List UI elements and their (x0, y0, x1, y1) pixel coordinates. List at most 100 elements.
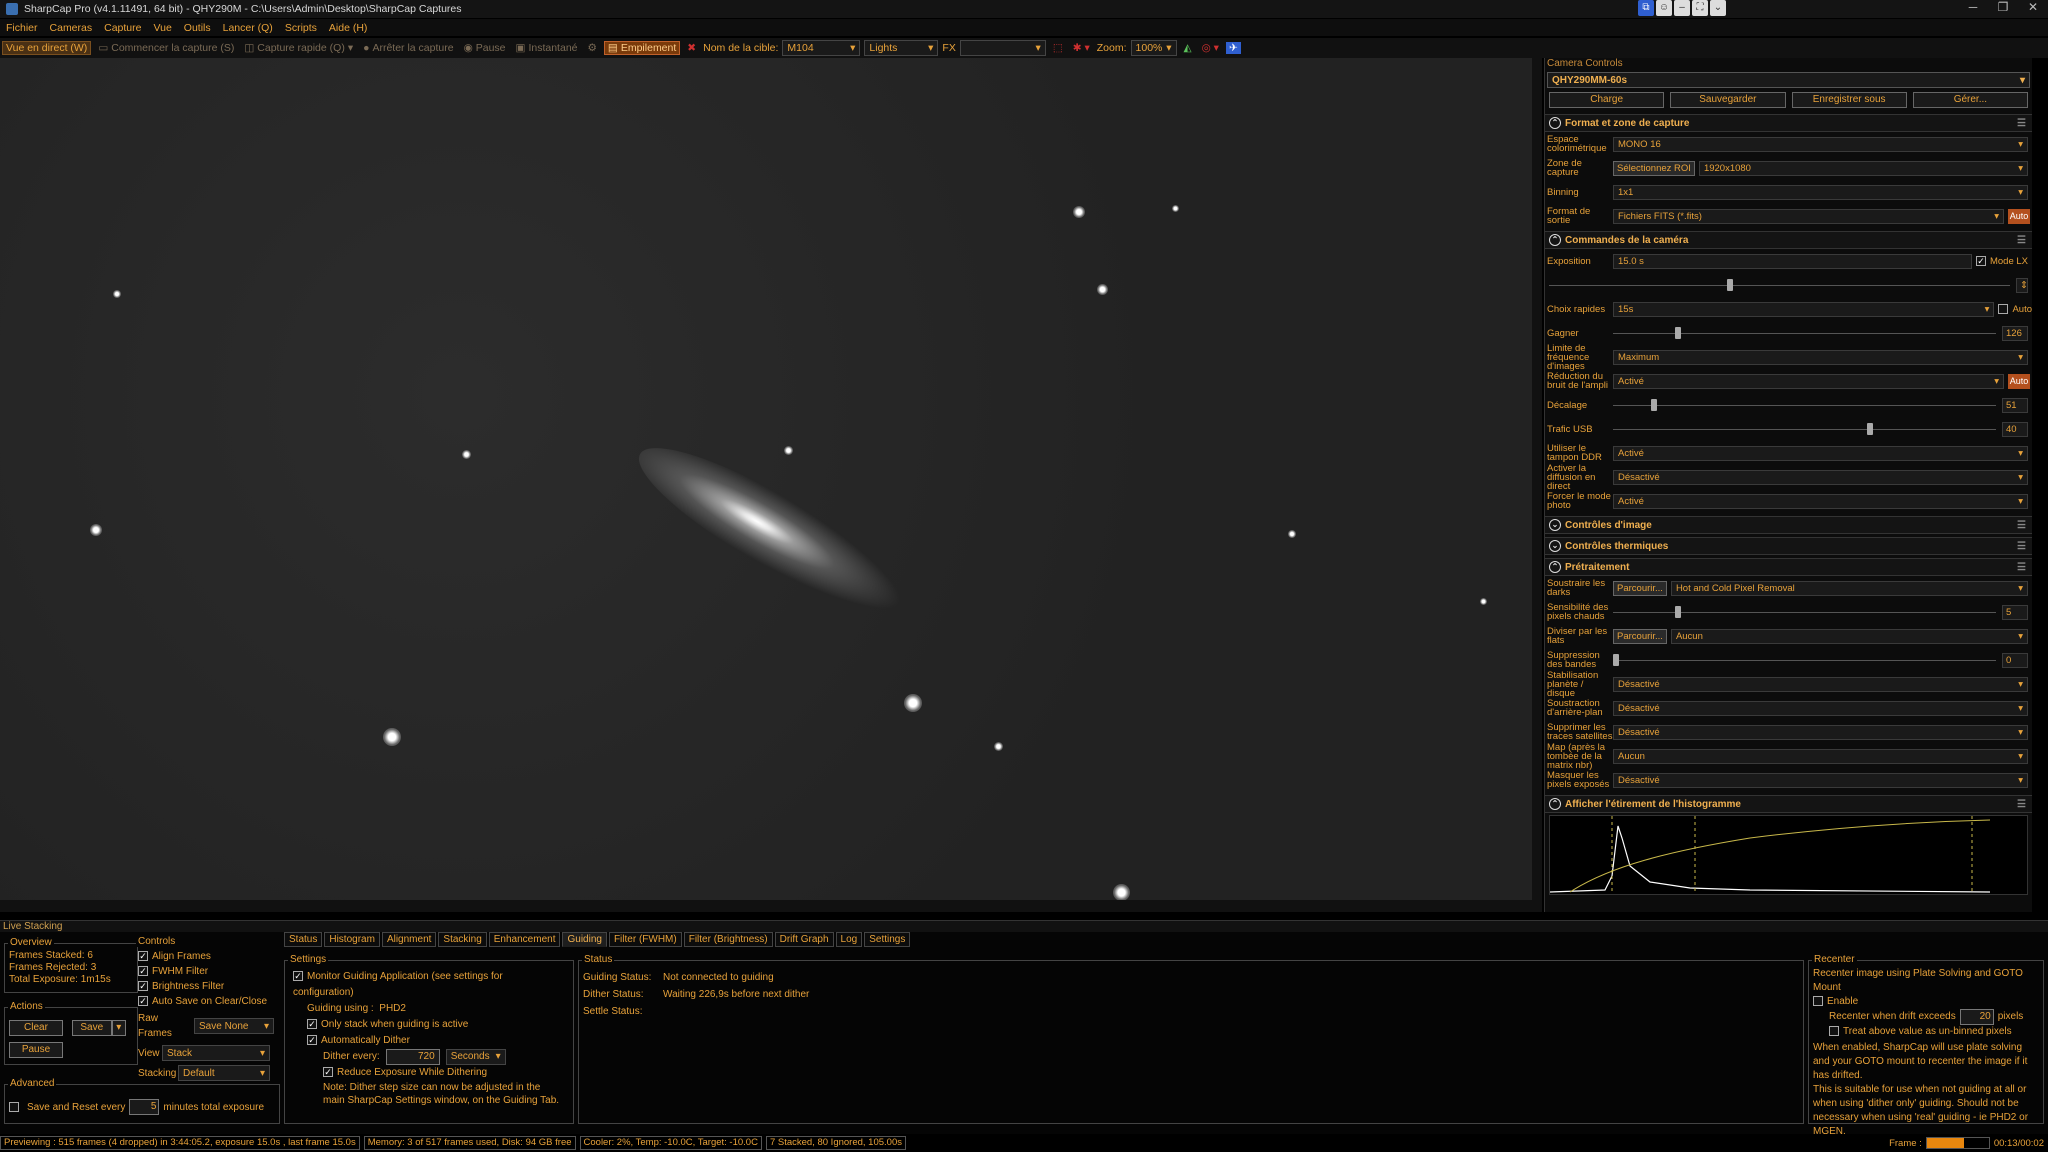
save-as-profile-button[interactable]: Enregistrer sous (1791, 92, 1907, 108)
fullscreen-icon[interactable]: ⛶ (1692, 0, 1708, 16)
reticle-icon[interactable]: ✱ ▾ (1070, 42, 1093, 54)
output-format-select[interactable]: Fichiers FITS (*.fits) ▾ (1613, 208, 2004, 224)
menu-capture[interactable]: Capture (104, 22, 141, 34)
hamburger-icon[interactable]: ☰ (2017, 799, 2026, 810)
frame-type-select[interactable]: Lights ▾ (864, 40, 939, 56)
only-stack-guiding-checkbox[interactable]: ✓ (307, 1019, 317, 1030)
photo-mode-select[interactable]: Activé ▾ (1613, 493, 2028, 509)
tab-filter-brightness[interactable]: Filter (Brightness) (683, 932, 773, 947)
section-histogram-stretch[interactable]: ⌃ Afficher l'étirement de l'histogramme ☰ (1545, 795, 2032, 813)
target-input[interactable]: M104 ▾ (782, 40, 861, 56)
gain-slider[interactable] (1613, 326, 1996, 341)
auto-save-checkbox[interactable]: ✓ (138, 996, 148, 1007)
section-format[interactable]: ⌃ Format et zone de capture ☰ (1545, 114, 2032, 132)
tab-stacking[interactable]: Stacking (438, 932, 487, 947)
menu-file[interactable]: Fichier (6, 22, 38, 34)
pause-stack-button[interactable]: Pause (9, 1042, 63, 1058)
fx-select[interactable]: ▾ (959, 40, 1046, 56)
person-icon[interactable]: ☺ (1656, 0, 1672, 16)
monitor-guiding-checkbox[interactable]: ✓ (293, 971, 303, 982)
snapshot-button[interactable]: ▣ Instantané (513, 42, 581, 54)
tab-drift-graph[interactable]: Drift Graph (774, 932, 834, 947)
close-button[interactable]: ✕ (2018, 0, 2048, 14)
menu-tools[interactable]: Outils (184, 22, 211, 34)
dither-unit-select[interactable]: Seconds ▾ (445, 1049, 506, 1065)
hot-pixel-input[interactable]: 5 (2002, 604, 2028, 620)
planet-stab-select[interactable]: Désactivé ▾ (1613, 676, 2028, 692)
polar-align-icon[interactable]: ✈ (1225, 42, 1241, 54)
usb-slider[interactable] (1613, 422, 1996, 437)
brightness-filter-checkbox[interactable]: ✓ (138, 981, 148, 992)
save-reset-checkbox[interactable] (9, 1102, 19, 1112)
exposure-slider[interactable] (1549, 278, 2010, 293)
menu-view[interactable]: Vue (153, 22, 171, 34)
exposure-stepper[interactable]: ⇕ (2016, 277, 2028, 293)
histogram-stretch-chart[interactable] (1549, 815, 2028, 895)
menu-scripts[interactable]: Scripts (285, 22, 317, 34)
minimize-bar-icon[interactable]: – (1674, 0, 1690, 16)
flats-browse-button[interactable]: Parcourir... (1613, 628, 1667, 644)
dither-every-input[interactable]: 720 (385, 1049, 440, 1065)
image-viewport[interactable] (0, 58, 1532, 900)
offset-input[interactable]: 51 (2002, 397, 2028, 413)
colorspace-select[interactable]: MONO 16 ▾ (1613, 136, 2028, 152)
clear-button[interactable]: Clear (9, 1020, 63, 1036)
remote-icon[interactable]: ⧉ (1638, 0, 1654, 16)
live-view-button[interactable]: Vue en direct (W) (2, 41, 92, 55)
tab-enhancement[interactable]: Enhancement (488, 932, 561, 947)
save-button[interactable]: Save (71, 1020, 112, 1036)
stacking-select[interactable]: Default ▾ (178, 1065, 270, 1081)
minimize-button[interactable]: ─ (1958, 0, 1988, 14)
save-reset-minutes-input[interactable]: 5 (129, 1099, 160, 1115)
menu-launch[interactable]: Lancer (Q) (223, 22, 273, 34)
viewport-vertical-scrollbar[interactable] (1532, 58, 1542, 900)
drift-threshold-input[interactable]: 20 (1959, 1009, 1994, 1025)
hamburger-icon[interactable]: ☰ (2017, 118, 2026, 129)
hamburger-icon[interactable]: ☰ (2017, 541, 2026, 552)
tab-settings[interactable]: Settings (864, 932, 911, 947)
save-dropdown-icon[interactable]: ▾ (111, 1020, 126, 1036)
bg-subtract-select[interactable]: Désactivé ▾ (1613, 700, 2028, 716)
section-thermal-controls[interactable]: ⌄ Contrôles thermiques ☰ (1545, 537, 2032, 555)
crosshair-icon[interactable]: ⬚ (1050, 42, 1066, 54)
tab-histogram[interactable]: Histogram (324, 932, 380, 947)
view-select[interactable]: Stack ▾ (162, 1045, 270, 1061)
banding-input[interactable]: 0 (2002, 652, 2028, 668)
maximize-button[interactable]: ❐ (1988, 0, 2018, 14)
darks-select[interactable]: Hot and Cold Pixel Removal ▾ (1670, 580, 2028, 596)
reduce-exposure-checkbox[interactable]: ✓ (323, 1067, 333, 1078)
section-preprocessing[interactable]: ⌃ Prétraitement ☰ (1545, 558, 2032, 576)
lx-mode-checkbox[interactable]: ✓ (1975, 256, 1986, 266)
align-frames-checkbox[interactable]: ✓ (138, 951, 148, 962)
mask-select[interactable]: Désactivé ▾ (1613, 772, 2028, 788)
quick-picks-select[interactable]: 15s ▾ (1613, 301, 1995, 317)
offset-slider[interactable] (1613, 398, 1996, 413)
gain-input[interactable]: 126 (2002, 325, 2028, 341)
output-auto-button[interactable]: Auto (2008, 208, 2030, 224)
recenter-enable-checkbox[interactable] (1813, 996, 1823, 1007)
hamburger-icon[interactable]: ☰ (2017, 235, 2026, 246)
hot-pixel-slider[interactable] (1613, 605, 1996, 620)
stop-capture-button[interactable]: ● Arrêter la capture (360, 42, 456, 54)
capture-area-select[interactable]: 1920x1080 ▾ (1698, 160, 2028, 176)
start-capture-button[interactable]: ▭ Commencer la capture (S) (95, 42, 237, 54)
tab-log[interactable]: Log (835, 932, 863, 947)
stacking-button[interactable]: ▤ Empilement (603, 41, 681, 55)
ddr-select[interactable]: Activé ▾ (1613, 445, 2028, 461)
broadcast-select[interactable]: Désactivé ▾ (1613, 469, 2028, 485)
unbinned-checkbox[interactable] (1829, 1026, 1839, 1037)
binning-select[interactable]: 1x1 ▾ (1613, 184, 2028, 200)
menu-cameras[interactable]: Cameras (50, 22, 93, 34)
raw-frames-select[interactable]: Save None ▾ (194, 1018, 274, 1034)
framerate-select[interactable]: Maximum ▾ (1613, 349, 2028, 365)
settings-icon[interactable]: ⚙ (585, 42, 600, 54)
select-roi-button[interactable]: Sélectionnez ROI (1613, 160, 1695, 176)
banding-slider[interactable] (1613, 653, 1996, 668)
tab-filter-fwhm[interactable]: Filter (FWHM) (608, 932, 682, 947)
flats-select[interactable]: Aucun ▾ (1670, 628, 2028, 644)
viewport-horizontal-scrollbar[interactable] (0, 900, 1542, 912)
camera-select[interactable]: QHY290MM-60s ▾ (1547, 72, 2030, 88)
section-image-controls[interactable]: ⌄ Contrôles d'image ☰ (1545, 516, 2032, 534)
tab-status[interactable]: Status (284, 932, 323, 947)
chevron-down-icon[interactable]: ⌄ (1710, 0, 1726, 16)
